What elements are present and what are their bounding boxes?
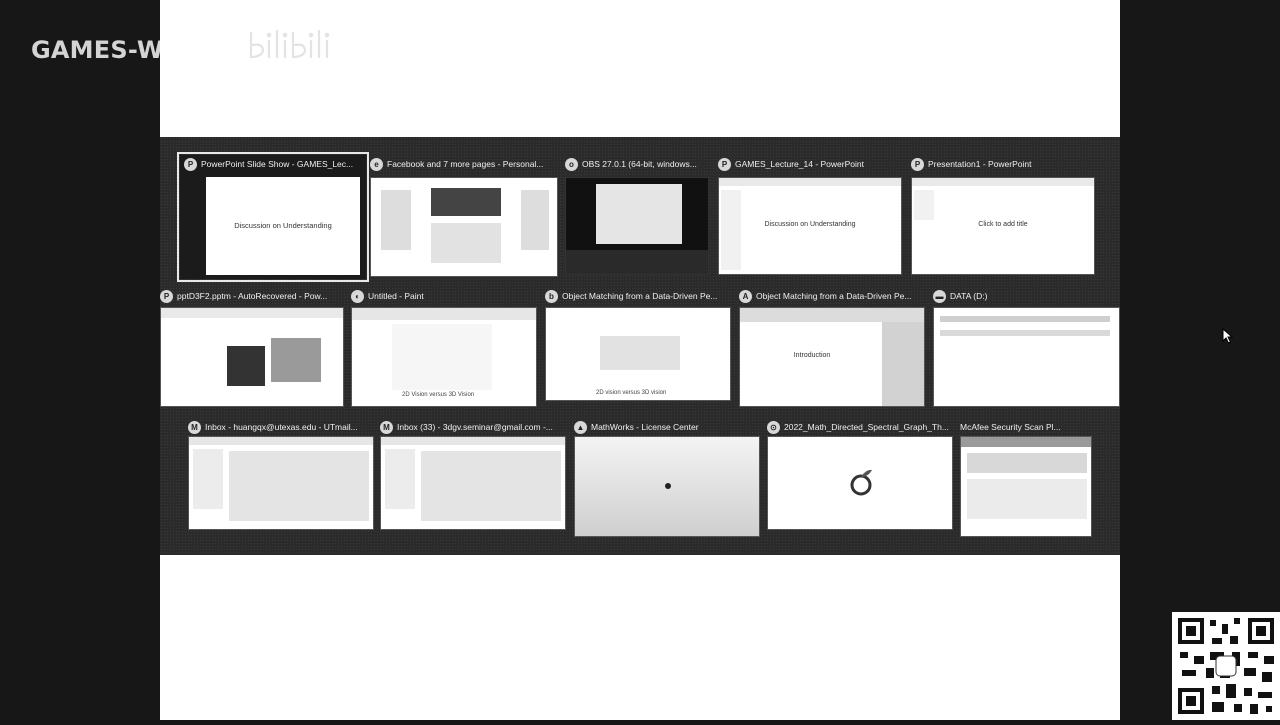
- window-tile-slideshow[interactable]: P PowerPoint Slide Show - GAMES_Lec... D…: [177, 152, 369, 282]
- window-title: M Inbox - huangqx@utexas.edu - UTmail...: [188, 418, 374, 436]
- window-preview: [380, 436, 566, 530]
- window-tile-mcafee[interactable]: McAfee Security Scan Pl...: [960, 418, 1094, 540]
- edge-icon: e: [370, 157, 383, 171]
- window-title: ▲ MathWorks - License Center: [574, 418, 762, 436]
- window-preview: [933, 307, 1120, 407]
- powerpoint-icon: P: [184, 157, 197, 171]
- gmail-icon: M: [380, 420, 393, 434]
- window-preview: 2D Vision versus 3D Vision: [351, 307, 537, 407]
- watermark-text: GAMES-We: [31, 36, 180, 64]
- window-preview: [574, 436, 760, 537]
- gmail-icon: M: [188, 420, 201, 434]
- window-tile-bing-pdf[interactable]: b Object Matching from a Data-Driven Pe.…: [545, 287, 733, 409]
- mouse-pointer-icon: [1222, 328, 1234, 344]
- mathworks-icon: ▲: [574, 420, 587, 434]
- drive-icon: ▬: [933, 289, 946, 303]
- window-title: ⊙ 2022_Math_Directed_Spectral_Graph_Th..…: [767, 418, 955, 436]
- bing-icon: b: [545, 289, 558, 303]
- obs-icon: o: [565, 157, 578, 171]
- window-preview: Click to add title: [911, 177, 1095, 275]
- window-tile-ppt-lecture14[interactable]: P GAMES_Lecture_14 - PowerPoint Discussi…: [718, 155, 904, 279]
- window-title: ◐ Untitled - Paint: [351, 287, 539, 305]
- overleaf-icon: ⊙: [767, 420, 780, 434]
- powerpoint-icon: P: [718, 157, 731, 171]
- window-title: e Facebook and 7 more pages - Personal..…: [370, 155, 556, 173]
- window-title: McAfee Security Scan Pl...: [960, 422, 1061, 432]
- window-tile-gmail-seminar[interactable]: M Inbox (33) - 3dgv.seminar@gmail.com -.…: [380, 418, 568, 532]
- window-tile-mathworks[interactable]: ▲ MathWorks - License Center: [574, 418, 762, 540]
- window-preview: [160, 307, 344, 407]
- window-preview: Discussion on Understanding: [206, 177, 360, 275]
- window-tile-presentation1[interactable]: P Presentation1 - PowerPoint Click to ad…: [911, 155, 1097, 279]
- window-title: P pptD3F2.pptm - AutoRecovered - Pow...: [160, 287, 344, 305]
- window-title: o OBS 27.0.1 (64-bit, windows...: [565, 155, 711, 173]
- window-title: M Inbox (33) - 3dgv.seminar@gmail.com -.…: [380, 418, 568, 436]
- task-switcher: P PowerPoint Slide Show - GAMES_Lec... D…: [160, 137, 1120, 555]
- paint-icon: ◐: [351, 289, 364, 303]
- window-tile-obs[interactable]: o OBS 27.0.1 (64-bit, windows...: [565, 155, 711, 279]
- window-title: ▬ DATA (D:): [933, 287, 1119, 305]
- window-preview: [767, 436, 953, 530]
- window-preview: 2D vision versus 3D vision: [545, 307, 731, 401]
- window-tile-autorecovered[interactable]: P pptD3F2.pptm - AutoRecovered - Pow...: [160, 287, 344, 409]
- overleaf-logo-icon: [850, 469, 872, 496]
- window-tile-explorer-data[interactable]: ▬ DATA (D:): [933, 287, 1121, 409]
- window-preview: [370, 177, 558, 277]
- window-tile-facebook[interactable]: e Facebook and 7 more pages - Personal..…: [370, 155, 560, 279]
- pdf-icon: A: [739, 289, 752, 303]
- window-preview: Introduction: [739, 307, 925, 407]
- window-preview: [565, 177, 709, 275]
- window-title: b Object Matching from a Data-Driven Pe.…: [545, 287, 733, 305]
- window-tile-acrobat-pdf[interactable]: A Object Matching from a Data-Driven Pe.…: [739, 287, 927, 409]
- window-title: P Presentation1 - PowerPoint: [911, 155, 1097, 173]
- bilibili-logo: [249, 29, 330, 59]
- window-title: P PowerPoint Slide Show - GAMES_Lec...: [184, 155, 366, 173]
- window-tile-utmail[interactable]: M Inbox - huangqx@utexas.edu - UTmail...: [188, 418, 374, 532]
- window-tile-paint[interactable]: ◐ Untitled - Paint 2D Vision versus 3D V…: [351, 287, 539, 409]
- left-letterbox: [0, 0, 160, 720]
- powerpoint-icon: P: [160, 289, 173, 303]
- powerpoint-icon: P: [911, 157, 924, 171]
- window-title: A Object Matching from a Data-Driven Pe.…: [739, 287, 927, 305]
- qr-code: [1172, 612, 1280, 720]
- window-preview: [188, 436, 374, 530]
- window-preview: Discussion on Understanding: [718, 177, 902, 275]
- window-title: P GAMES_Lecture_14 - PowerPoint: [718, 155, 904, 173]
- window-tile-overleaf[interactable]: ⊙ 2022_Math_Directed_Spectral_Graph_Th..…: [767, 418, 955, 532]
- window-preview: [960, 436, 1092, 537]
